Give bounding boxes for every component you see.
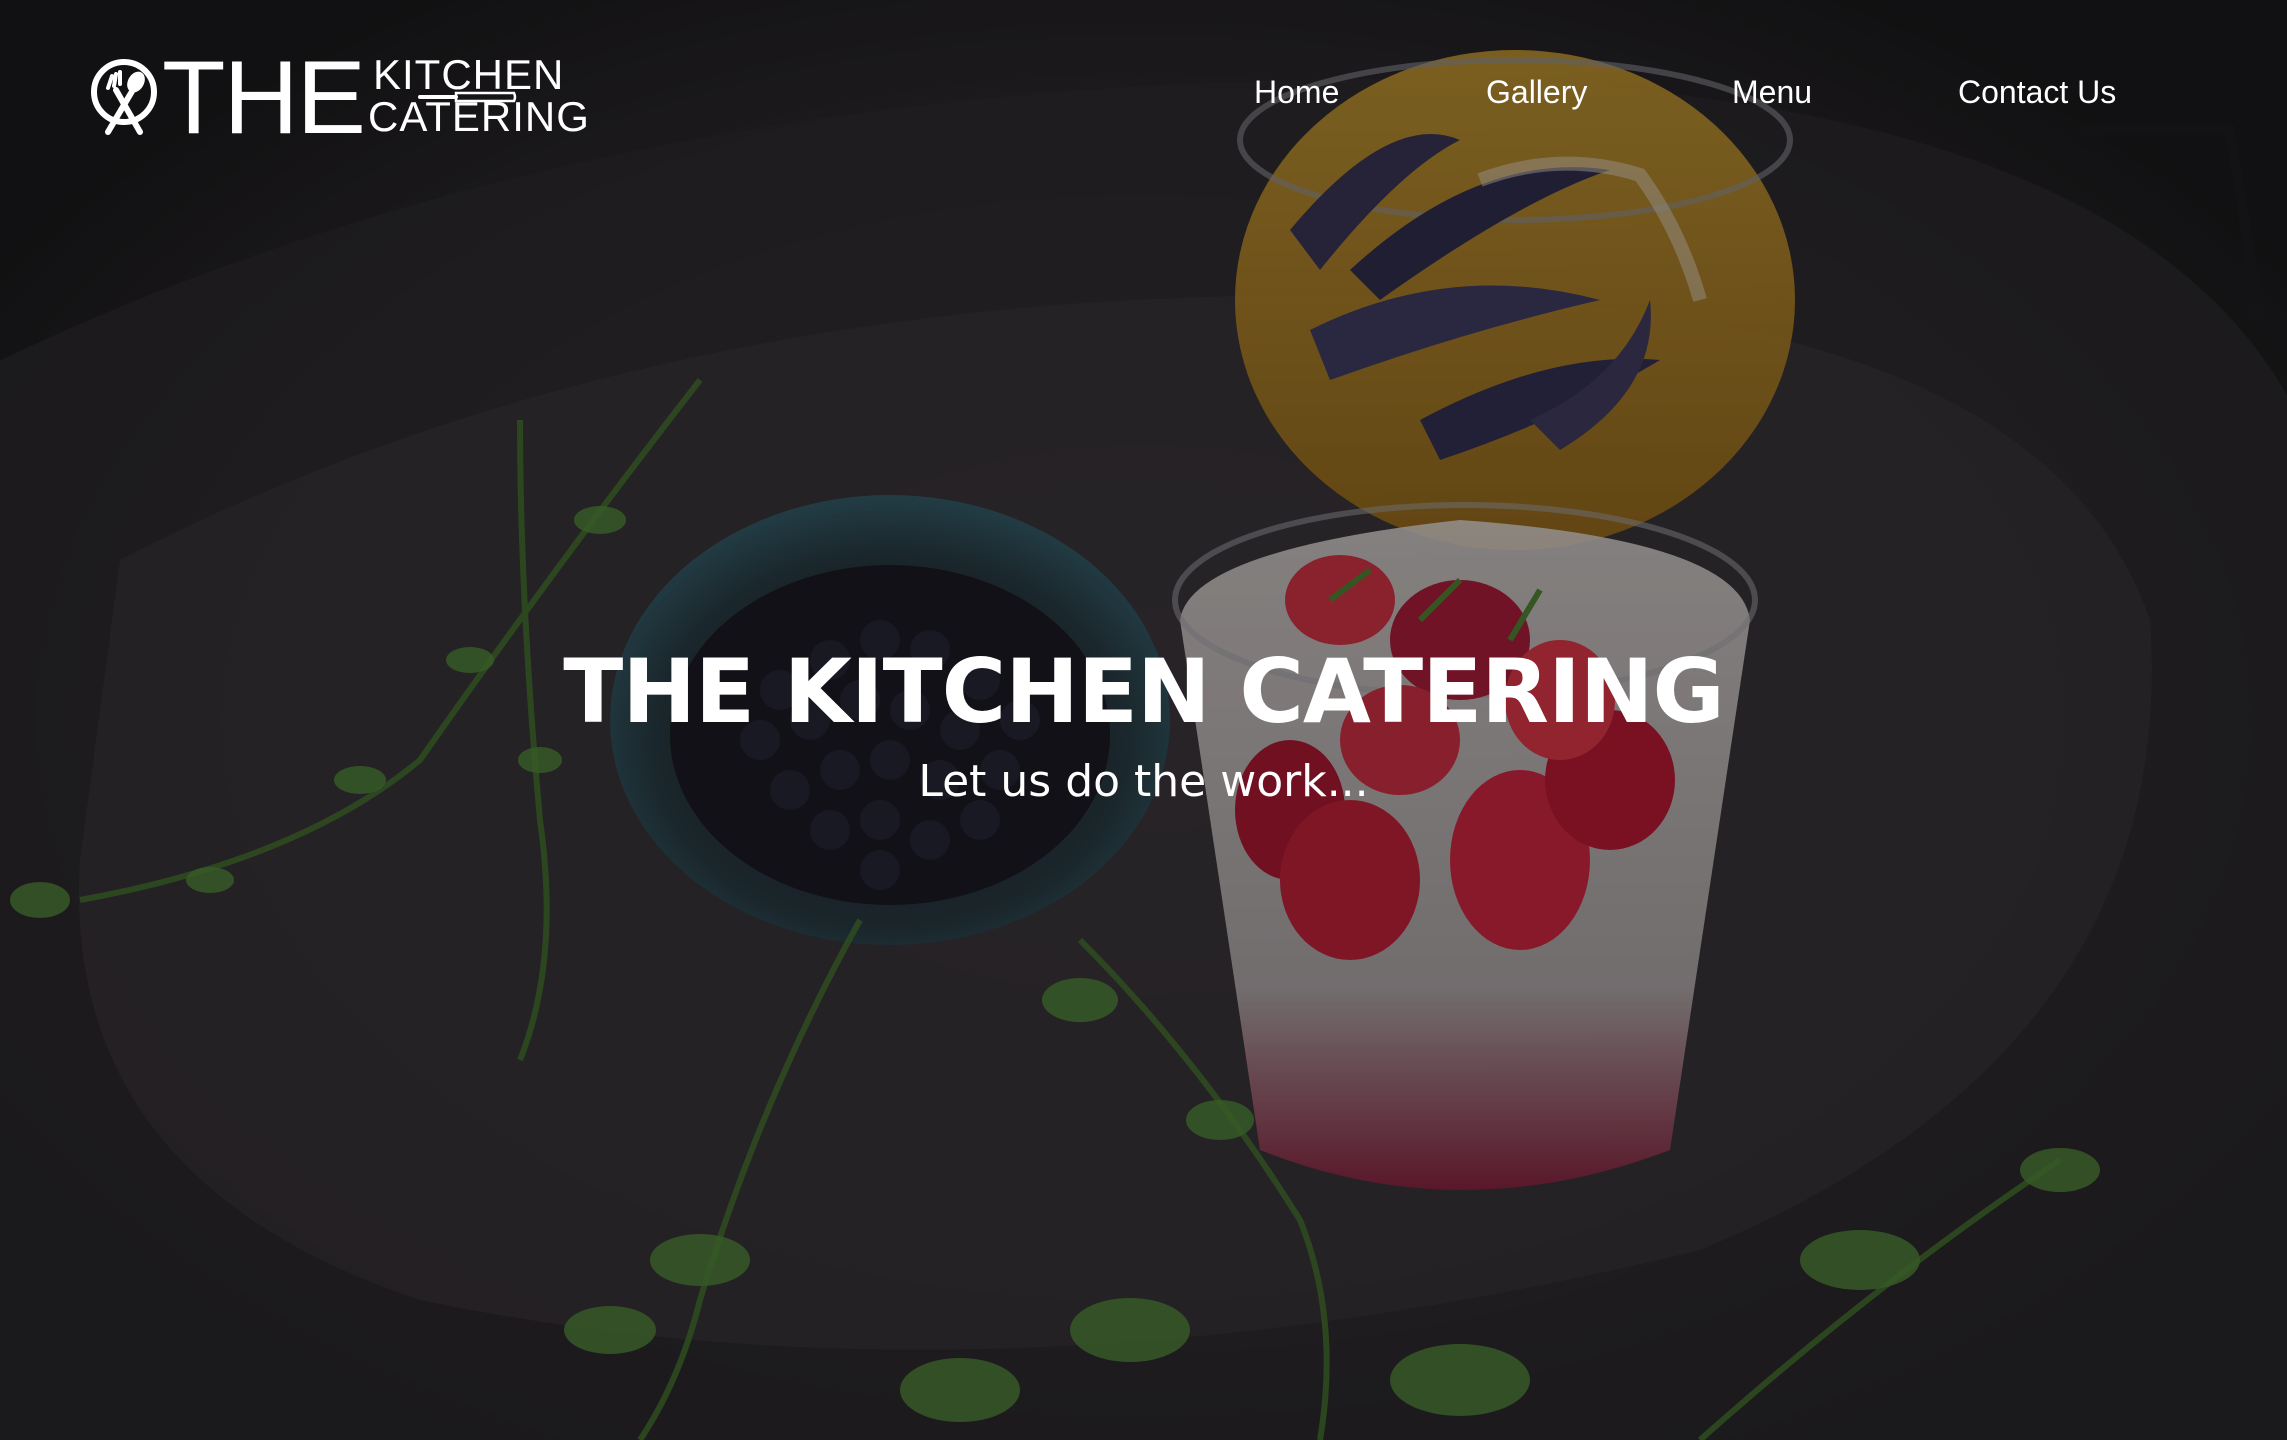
main-nav: Home Gallery Menu Contact Us [0, 70, 2287, 120]
hero-section: THE KITCHEN CATERING Home Gallery Menu C… [0, 0, 2287, 1440]
nav-item-gallery[interactable]: Gallery [1486, 70, 1587, 114]
site-header: THE KITCHEN CATERING Home Gallery Menu C… [0, 0, 2287, 190]
hero-subtitle: Let us do the work... [918, 756, 1369, 807]
hero-title: THE KITCHEN CATERING [563, 640, 1724, 743]
nav-item-menu[interactable]: Menu [1732, 70, 1812, 114]
nav-item-contact-us[interactable]: Contact Us [1958, 70, 2116, 114]
nav-item-home[interactable]: Home [1254, 70, 1339, 114]
